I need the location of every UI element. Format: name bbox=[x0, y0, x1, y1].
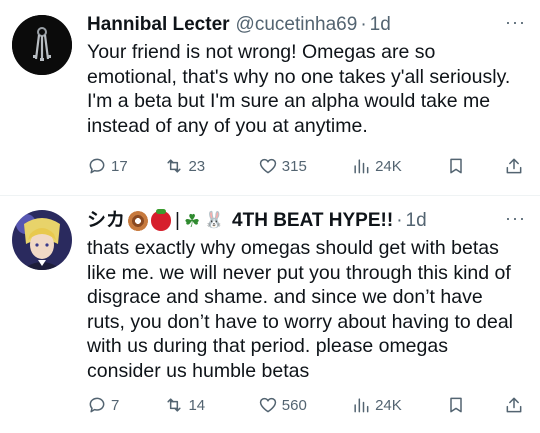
retweet-count: 14 bbox=[188, 396, 206, 414]
reply-button[interactable]: 17 bbox=[87, 156, 164, 176]
views-count: 24K bbox=[375, 396, 402, 414]
reply-count: 17 bbox=[111, 157, 128, 175]
retweet-count: 23 bbox=[188, 157, 206, 175]
views-icon bbox=[354, 398, 369, 413]
separator-dot: · bbox=[396, 210, 403, 231]
clover-emoji: ☘ bbox=[183, 211, 201, 231]
display-name[interactable]: Hannibal Lecter bbox=[87, 13, 230, 37]
share-button[interactable] bbox=[504, 395, 524, 415]
tweet-header: シカ | ☘ 🐰 4TH BEAT HYPE!! · 1d bbox=[87, 208, 528, 234]
timestamp[interactable]: 1d bbox=[370, 13, 391, 37]
reply-count: 7 bbox=[111, 396, 120, 414]
strawberry-emoji bbox=[151, 209, 172, 231]
tweet[interactable]: ··· Hannibal Lecter @cucetinha69 · 1d Yo… bbox=[0, 0, 540, 196]
reply-button[interactable]: 7 bbox=[87, 395, 164, 415]
keys-avatar-image bbox=[12, 15, 72, 75]
display-name[interactable]: シカ bbox=[87, 209, 125, 233]
like-icon bbox=[259, 158, 276, 174]
rabbit-emoji: 🐰 bbox=[204, 212, 225, 229]
like-button[interactable]: 315 bbox=[258, 156, 351, 176]
reply-icon bbox=[89, 158, 105, 174]
bookmark-icon bbox=[450, 397, 463, 413]
retweet-button[interactable]: 23 bbox=[164, 156, 257, 176]
share-button[interactable] bbox=[504, 156, 524, 176]
share-icon bbox=[506, 158, 522, 174]
bookmark-icon bbox=[450, 158, 463, 174]
avatar[interactable] bbox=[12, 210, 72, 270]
tweet-header: Hannibal Lecter @cucetinha69 · 1d bbox=[87, 12, 528, 38]
donut-emoji bbox=[128, 211, 149, 231]
views-button[interactable]: 24K bbox=[351, 156, 446, 176]
separator-dot: · bbox=[360, 14, 367, 35]
views-icon bbox=[354, 159, 369, 174]
bookmark-button[interactable] bbox=[446, 156, 504, 176]
retweet-icon bbox=[167, 398, 182, 412]
anime-avatar-image bbox=[12, 210, 72, 270]
share-icon bbox=[506, 397, 522, 413]
timestamp[interactable]: 1d bbox=[406, 209, 427, 233]
like-count: 560 bbox=[281, 396, 307, 414]
handle[interactable]: @cucetinha69 bbox=[236, 13, 358, 37]
like-count: 315 bbox=[281, 157, 307, 175]
tweet[interactable]: ··· シカ | ☘ 🐰 4TH BEAT HYPE!! · 1d thats … bbox=[0, 196, 540, 433]
more-options-icon[interactable]: ··· bbox=[505, 12, 526, 33]
views-button[interactable]: 24K bbox=[351, 395, 446, 415]
action-bar: 7 14 560 24K bbox=[87, 395, 524, 415]
reply-icon bbox=[89, 397, 105, 413]
like-icon bbox=[259, 397, 276, 413]
bookmark-button[interactable] bbox=[446, 395, 504, 415]
retweet-button[interactable]: 14 bbox=[164, 395, 257, 415]
views-count: 24K bbox=[375, 157, 402, 175]
retweet-icon bbox=[167, 159, 182, 173]
name-divider: | bbox=[175, 210, 180, 231]
like-button[interactable]: 560 bbox=[258, 395, 351, 415]
tweet-text: thats exactly why omegas should get with… bbox=[87, 237, 514, 382]
avatar[interactable] bbox=[12, 15, 72, 75]
more-options-icon[interactable]: ··· bbox=[505, 208, 526, 229]
action-bar: 17 23 315 24K bbox=[87, 156, 524, 176]
tweet-text: Your friend is not wrong! Omegas are so … bbox=[87, 41, 511, 137]
display-name-suffix[interactable]: 4TH BEAT HYPE!! bbox=[232, 209, 393, 233]
